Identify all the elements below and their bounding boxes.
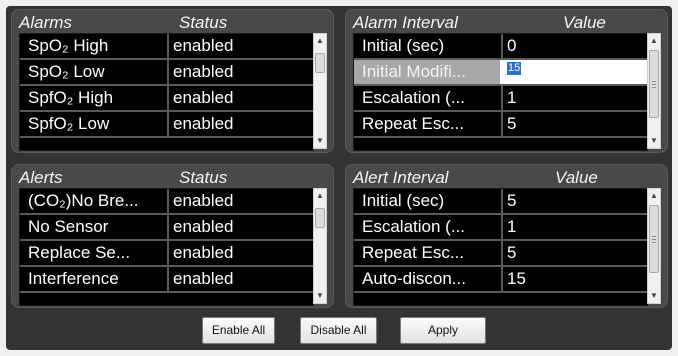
table-row[interactable]: SpfO₂ Low enabled [20, 112, 313, 138]
table-row[interactable]: SpO₂ Low enabled [20, 60, 313, 86]
alarms-scrollbar[interactable]: ▲ ▼ [313, 33, 327, 149]
alerts-panel: Alerts Status (CO₂)No Bre... enabled No … [11, 164, 334, 308]
scroll-thumb[interactable] [315, 53, 325, 73]
alarms-status-header: Status [179, 13, 228, 32]
table-row[interactable]: Replace Se... enabled [20, 241, 313, 267]
table-row[interactable]: Repeat Esc... 5 [354, 112, 647, 138]
alert-value-header: Value [555, 168, 598, 187]
interval-value[interactable]: 1 [507, 215, 642, 239]
alert-name: Replace Se... [28, 243, 131, 262]
table-row[interactable]: Escalation (... 1 [354, 86, 647, 112]
alerts-table: (CO₂)No Bre... enabled No Sensor enabled… [19, 188, 314, 306]
interval-name: Escalation (... [362, 88, 465, 107]
alert-status[interactable]: enabled [173, 189, 308, 213]
alert-name: No Sensor [28, 217, 109, 236]
alarm-status[interactable]: enabled [173, 34, 308, 58]
table-row[interactable]: Initial (sec) 0 [354, 34, 647, 60]
alert-status[interactable]: enabled [173, 241, 308, 265]
alert-interval-panel: Alert Interval Value Initial (sec) 5 Esc… [345, 164, 668, 308]
table-row[interactable]: SpO₂ High enabled [20, 34, 313, 60]
alert-status[interactable]: enabled [173, 215, 308, 239]
alert-name: (CO₂)No Bre... [28, 191, 139, 210]
interval-value-text[interactable]: 15 [507, 62, 522, 75]
interval-name: Repeat Esc... [362, 114, 465, 133]
table-row[interactable]: Repeat Esc... 5 [354, 241, 647, 267]
interval-name: Auto-discon... [362, 269, 466, 288]
enable-all-button[interactable]: Enable All [202, 317, 275, 344]
alerts-scrollbar[interactable]: ▲ ▼ [313, 188, 327, 304]
interval-value[interactable]: 0 [507, 34, 642, 58]
interval-value-editor[interactable]: 15 [507, 60, 642, 84]
interval-value[interactable]: 5 [507, 112, 642, 136]
scroll-down-icon[interactable]: ▼ [648, 289, 660, 303]
disable-all-button[interactable]: Disable All [300, 317, 377, 344]
alarms-panel: Alarms Status SpO₂ High enabled SpO₂ Low… [11, 9, 334, 153]
interval-name: Initial (sec) [362, 36, 445, 55]
scroll-up-icon[interactable]: ▲ [314, 34, 326, 48]
interval-name: Repeat Esc... [362, 243, 465, 262]
alarm-interval-header: Alarm Interval [353, 13, 458, 32]
alarms-header: Alarms [19, 13, 72, 32]
alert-interval-table: Initial (sec) 5 Escalation (... 1 Repeat… [353, 188, 648, 306]
table-row[interactable]: SpfO₂ High enabled [20, 86, 313, 112]
alarm-status[interactable]: enabled [173, 60, 308, 84]
interval-value[interactable]: 1 [507, 86, 642, 110]
table-row[interactable]: Escalation (... 1 [354, 215, 647, 241]
alarm-status[interactable]: enabled [173, 112, 308, 136]
alarms-table: SpO₂ High enabled SpO₂ Low enabled SpfO₂… [19, 33, 314, 151]
scroll-down-icon[interactable]: ▼ [648, 134, 660, 148]
interval-value[interactable]: 5 [507, 189, 642, 213]
interval-value[interactable]: 15 [507, 267, 642, 291]
table-row[interactable]: Interference enabled [20, 267, 313, 293]
table-row[interactable]: Initial (sec) 5 [354, 189, 647, 215]
scroll-down-icon[interactable]: ▼ [314, 289, 326, 303]
alarm-interval-scrollbar[interactable]: ▲ ▼ [647, 33, 661, 149]
scroll-thumb[interactable] [649, 50, 659, 118]
table-row[interactable]: (CO₂)No Bre... enabled [20, 189, 313, 215]
alerts-header: Alerts [19, 168, 63, 187]
alert-interval-scrollbar[interactable]: ▲ ▼ [647, 188, 661, 304]
interval-name: Initial Modifi... [354, 60, 500, 84]
alarm-value-header: Value [563, 13, 606, 32]
alert-name: Interference [28, 269, 119, 288]
scroll-thumb[interactable] [649, 205, 659, 273]
alarm-status[interactable]: enabled [173, 86, 308, 110]
alarm-name: SpO₂ High [28, 36, 109, 55]
scroll-up-icon[interactable]: ▲ [648, 189, 660, 203]
window-frame: Alarms Status SpO₂ High enabled SpO₂ Low… [0, 0, 678, 356]
alarm-name: SpfO₂ High [28, 88, 114, 107]
table-row-selected[interactable]: Initial Modifi... 15 [354, 60, 647, 86]
scroll-up-icon[interactable]: ▲ [648, 34, 660, 48]
alarm-name: SpO₂ Low [28, 62, 105, 81]
interval-value[interactable]: 5 [507, 241, 642, 265]
alert-interval-header: Alert Interval [353, 168, 449, 187]
interval-name: Escalation (... [362, 217, 465, 236]
alerts-status-header: Status [179, 168, 228, 187]
alert-status[interactable]: enabled [173, 267, 308, 291]
scroll-down-icon[interactable]: ▼ [314, 134, 326, 148]
scroll-thumb[interactable] [315, 208, 325, 228]
alarm-name: SpfO₂ Low [28, 114, 110, 133]
alarm-interval-panel: Alarm Interval Value Initial (sec) 0 Ini… [345, 9, 668, 153]
table-row[interactable]: Auto-discon... 15 [354, 267, 647, 293]
alarm-interval-table: Initial (sec) 0 Initial Modifi... 15 Esc… [353, 33, 648, 151]
apply-button[interactable]: Apply [400, 317, 486, 344]
table-row[interactable]: No Sensor enabled [20, 215, 313, 241]
interval-name: Initial (sec) [362, 191, 445, 210]
scroll-up-icon[interactable]: ▲ [314, 189, 326, 203]
